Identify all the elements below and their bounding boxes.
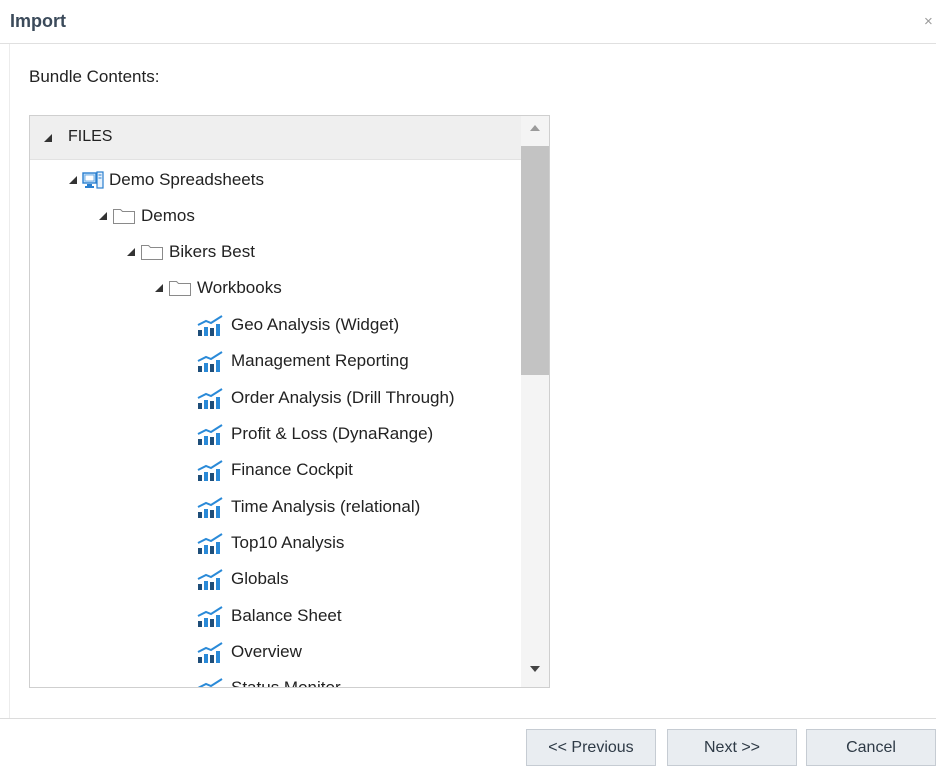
- report-icon: [197, 606, 223, 627]
- report-icon: [197, 351, 223, 372]
- expanded-triangle-icon[interactable]: [98, 211, 108, 221]
- tree-node-report[interactable]: Globals: [196, 566, 289, 592]
- tree-root-files[interactable]: FILES: [30, 116, 521, 160]
- tree-scrollbar[interactable]: [521, 116, 549, 687]
- folder-icon: [113, 209, 135, 224]
- tree-node-label: Balance Sheet: [231, 606, 342, 625]
- tree-node-label: Bikers Best: [169, 242, 255, 261]
- expanded-triangle-icon[interactable]: [68, 175, 78, 185]
- tree-node-workbooks[interactable]: Workbooks: [154, 275, 282, 301]
- report-icon: [197, 642, 223, 663]
- tree-root-label: FILES: [68, 128, 113, 145]
- report-icon: [197, 569, 223, 590]
- tree-node-label: Status Monitor: [231, 678, 341, 688]
- previous-button[interactable]: << Previous: [526, 729, 656, 766]
- import-dialog: Import × Bundle Contents: FILES Demo Spr…: [0, 0, 936, 766]
- report-icon: [197, 678, 223, 687]
- tree-node-report[interactable]: Top10 Analysis: [196, 530, 344, 556]
- footer-divider: [0, 718, 936, 719]
- report-icon: [197, 533, 223, 554]
- report-icon: [197, 315, 223, 336]
- tree-node-label: Demo Spreadsheets: [109, 170, 264, 189]
- tree-node-label: Demos: [141, 206, 195, 225]
- dialog-header: Import ×: [0, 0, 936, 44]
- tree-node-report[interactable]: Order Analysis (Drill Through): [196, 385, 455, 411]
- left-border: [9, 44, 10, 718]
- report-icon: [197, 497, 223, 518]
- tree-node-label: Overview: [231, 642, 302, 661]
- tree-node-label: Profit & Loss (DynaRange): [231, 424, 434, 443]
- computer-icon: [82, 171, 104, 189]
- tree-node-report[interactable]: Balance Sheet: [196, 603, 342, 629]
- bundle-tree[interactable]: FILES Demo Spreadsheets Demos Bikers Bes…: [29, 115, 550, 688]
- report-icon: [197, 424, 223, 445]
- tree-node-label: Workbooks: [197, 278, 282, 297]
- tree-node-report[interactable]: Profit & Loss (DynaRange): [196, 421, 433, 447]
- tree-node-label: Time Analysis (relational): [231, 497, 421, 516]
- tree-node-demos[interactable]: Demos: [98, 203, 195, 229]
- tree-node-demo-spreadsheets[interactable]: Demo Spreadsheets: [68, 167, 264, 193]
- tree-node-report[interactable]: Geo Analysis (Widget): [196, 312, 399, 338]
- tree-node-bikers-best[interactable]: Bikers Best: [126, 239, 255, 265]
- folder-icon: [169, 281, 191, 296]
- tree-node-label: Management Reporting: [231, 351, 409, 370]
- next-button[interactable]: Next >>: [667, 729, 797, 766]
- tree-node-report[interactable]: Time Analysis (relational): [196, 494, 420, 520]
- bundle-contents-label: Bundle Contents:: [29, 67, 160, 86]
- dialog-title: Import: [10, 11, 66, 31]
- report-icon: [197, 388, 223, 409]
- scroll-up-arrow-icon[interactable]: [529, 124, 541, 132]
- cancel-button[interactable]: Cancel: [806, 729, 936, 766]
- tree-node-label: Top10 Analysis: [231, 533, 345, 552]
- close-icon[interactable]: ×: [924, 13, 933, 30]
- tree-node-report[interactable]: Status Monitor: [196, 675, 341, 688]
- tree-node-label: Finance Cockpit: [231, 460, 353, 479]
- tree-node-label: Globals: [231, 569, 289, 588]
- tree-node-report[interactable]: Management Reporting: [196, 348, 409, 374]
- report-icon: [197, 460, 223, 481]
- scrollbar-thumb[interactable]: [521, 146, 549, 375]
- expanded-triangle-icon[interactable]: [154, 283, 164, 293]
- expanded-triangle-icon[interactable]: [126, 247, 136, 257]
- expanded-triangle-icon[interactable]: [43, 133, 53, 143]
- tree-node-label: Order Analysis (Drill Through): [231, 388, 455, 407]
- tree-node-report[interactable]: Finance Cockpit: [196, 457, 353, 483]
- folder-icon: [141, 245, 163, 260]
- tree-node-label: Geo Analysis (Widget): [231, 315, 400, 334]
- tree-node-report[interactable]: Overview: [196, 639, 302, 665]
- scroll-down-arrow-icon[interactable]: [529, 665, 541, 673]
